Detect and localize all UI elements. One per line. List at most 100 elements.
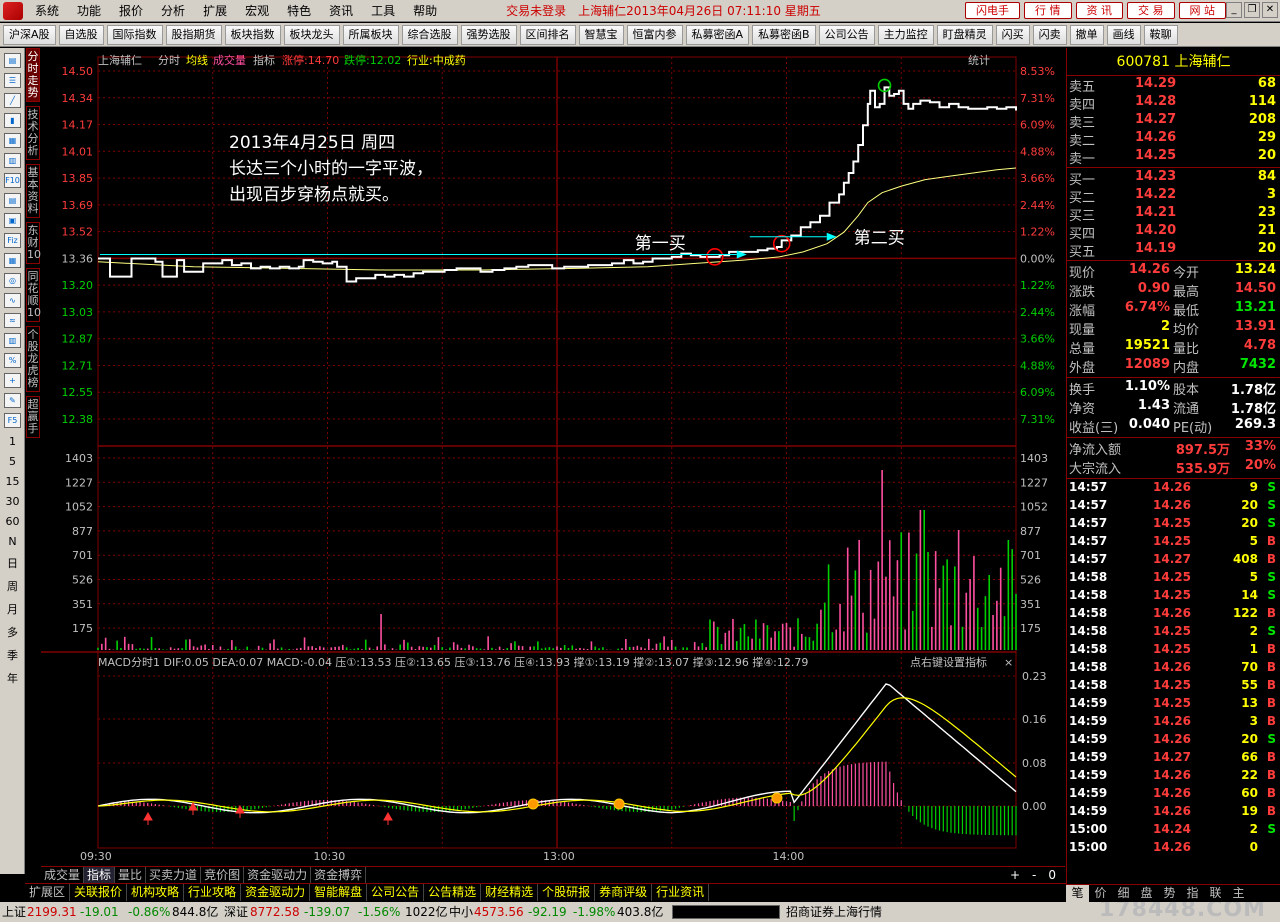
market-button[interactable]: 行 情 (1024, 2, 1072, 19)
toolbar-button[interactable]: 鞍聊 (1143, 24, 1178, 45)
period-button[interactable]: 周 (0, 578, 25, 594)
menu-quote[interactable]: 报价 (110, 2, 152, 19)
toolbar-button[interactable]: 闪买 (995, 24, 1030, 45)
toolbar-button[interactable]: 国际指数 (106, 24, 163, 45)
quote-tab[interactable]: 势 (1158, 885, 1181, 902)
view-tab[interactable]: 分时走势 (26, 48, 40, 102)
toolbar-button[interactable]: 盯盘精灵 (936, 24, 993, 45)
add-icon[interactable]: + (4, 373, 21, 388)
flash-trade-button[interactable]: 闪电手 (965, 2, 1020, 19)
view-tab[interactable]: 基本资料 (26, 164, 40, 218)
menu-analysis[interactable]: 分析 (152, 2, 194, 19)
toolbar-button[interactable]: 自选股 (58, 24, 104, 45)
macd-close-icon[interactable]: × (1004, 656, 1013, 669)
toolbar-button[interactable]: 强势选股 (460, 24, 517, 45)
website-button[interactable]: 网 站 (1178, 2, 1226, 19)
percent-icon[interactable]: % (4, 353, 21, 368)
search-icon[interactable]: ◎ (4, 273, 21, 288)
view-tab[interactable]: 个股龙虎榜 (26, 326, 40, 392)
candle-chart-icon[interactable]: ▮ (4, 113, 21, 128)
period-button[interactable]: N (0, 535, 25, 548)
news-button[interactable]: 资 讯 (1075, 2, 1123, 19)
extension-tab[interactable]: 智能解盘 (310, 884, 368, 901)
period-button[interactable]: 年 (0, 670, 25, 686)
period-button[interactable]: 1 (0, 435, 25, 448)
restore-icon[interactable]: ❐ (1244, 2, 1260, 18)
period-button[interactable]: 季 (0, 647, 25, 663)
pencil-icon[interactable]: ✎ (4, 393, 21, 408)
indicator-tab[interactable]: 买卖力道 (146, 867, 202, 883)
zoom-control-button[interactable]: + (1007, 867, 1023, 883)
toolbar-button[interactable]: 沪深A股 (3, 24, 56, 45)
quote-tab[interactable]: 联 (1204, 885, 1227, 902)
toolbar-button[interactable]: 公司公告 (818, 24, 875, 45)
intraday-chart[interactable]: 14.50 8.53% 14.34 7.31% 14.17 6.09% 14.01 4.88%… (41, 48, 1065, 864)
indicator-tab[interactable]: 指标 (84, 867, 116, 883)
period-button[interactable]: 15 (0, 475, 25, 488)
quote-tab[interactable]: 指 (1181, 885, 1204, 902)
menu-function[interactable]: 功能 (68, 2, 110, 19)
quote-tab[interactable]: 主 (1227, 885, 1250, 902)
toolbar-button[interactable]: 主力监控 (877, 24, 934, 45)
line-chart-icon[interactable]: ╱ (4, 93, 21, 108)
quote-tab[interactable]: 细 (1112, 885, 1135, 902)
toolbar-button[interactable]: 所属板块 (342, 24, 399, 45)
bar-icon[interactable]: ▥ (4, 333, 21, 348)
calendar-icon[interactable]: ▣ (4, 213, 21, 228)
menu-extend[interactable]: 扩展 (194, 2, 236, 19)
stats-icon[interactable]: ▤ (4, 193, 21, 208)
extension-tab[interactable]: 公司公告 (367, 884, 425, 901)
toolbar-button[interactable]: 股指期货 (165, 24, 222, 45)
quote-tab[interactable]: 盘 (1135, 885, 1158, 902)
period-button[interactable]: 日 (0, 555, 25, 571)
f5-icon[interactable]: F5 (4, 413, 21, 428)
list-icon[interactable]: ☰ (4, 73, 21, 88)
view-tab[interactable]: 东财10 (26, 222, 41, 264)
toolbar-button[interactable]: 板块龙头 (283, 24, 340, 45)
extension-tab[interactable]: 行业资讯 (652, 884, 710, 901)
period-button[interactable]: 30 (0, 495, 25, 508)
indicator-tab[interactable]: 资金搏弈 (311, 867, 367, 883)
extension-tab[interactable]: 机构攻略 (127, 884, 185, 901)
period-button[interactable]: 月 (0, 601, 25, 617)
period-button[interactable]: 多 (0, 624, 25, 640)
minimize-icon[interactable]: _ (1226, 2, 1242, 18)
toolbar-button[interactable]: 区间排名 (519, 24, 576, 45)
view-tab[interactable]: 同花顺10 (26, 268, 41, 322)
toolbar-button[interactable]: 智慧宝 (578, 24, 624, 45)
news-icon[interactable]: ▦ (4, 133, 21, 148)
toolbar-button[interactable]: 撤单 (1069, 24, 1104, 45)
indicator-tab[interactable]: 成交量 (41, 867, 85, 883)
extension-tab[interactable]: 扩展区 (25, 884, 71, 901)
toolbar-button[interactable]: 画线 (1106, 24, 1141, 45)
period-button[interactable]: 5 (0, 455, 25, 468)
menu-news[interactable]: 资讯 (320, 2, 362, 19)
indicator-tab[interactable]: 竞价图 (201, 867, 245, 883)
trade-button[interactable]: 交 易 (1127, 2, 1175, 19)
view-tab[interactable]: 超赢手 (26, 396, 40, 438)
grid-icon[interactable]: ▦ (4, 253, 21, 268)
period-button[interactable]: 60 (0, 515, 25, 528)
menu-macro[interactable]: 宏观 (236, 2, 278, 19)
wave-icon[interactable]: ≈ (4, 313, 21, 328)
view-tab[interactable]: 技术分析 (26, 106, 40, 160)
zoom-control-button[interactable]: - (1029, 867, 1039, 883)
extension-tab[interactable]: 行业攻略 (184, 884, 242, 901)
extension-tab[interactable]: 财经精选 (481, 884, 539, 901)
extension-tab[interactable]: 券商评级 (595, 884, 653, 901)
extension-tab[interactable]: 公告精选 (424, 884, 482, 901)
quote-tab[interactable]: 笔 (1066, 885, 1089, 902)
toolbar-button[interactable]: 综合选股 (401, 24, 458, 45)
toolbar-button[interactable]: 私募密函B (752, 24, 816, 45)
extension-tab[interactable]: 关联报价 (70, 884, 128, 901)
extension-tab[interactable]: 个股研报 (538, 884, 596, 901)
quote-tab[interactable]: 价 (1089, 885, 1112, 902)
toolbar-button[interactable]: 板块指数 (224, 24, 281, 45)
fiz-icon[interactable]: Fiz (4, 233, 21, 248)
indicator-tab[interactable]: 资金驱动力 (244, 867, 312, 883)
menu-tools[interactable]: 工具 (362, 2, 404, 19)
menu-system[interactable]: 系统 (26, 2, 68, 19)
menu-special[interactable]: 特色 (278, 2, 320, 19)
toolbar-button[interactable]: 私募密函A (685, 24, 750, 45)
indicator-tab[interactable]: 量比 (115, 867, 147, 883)
